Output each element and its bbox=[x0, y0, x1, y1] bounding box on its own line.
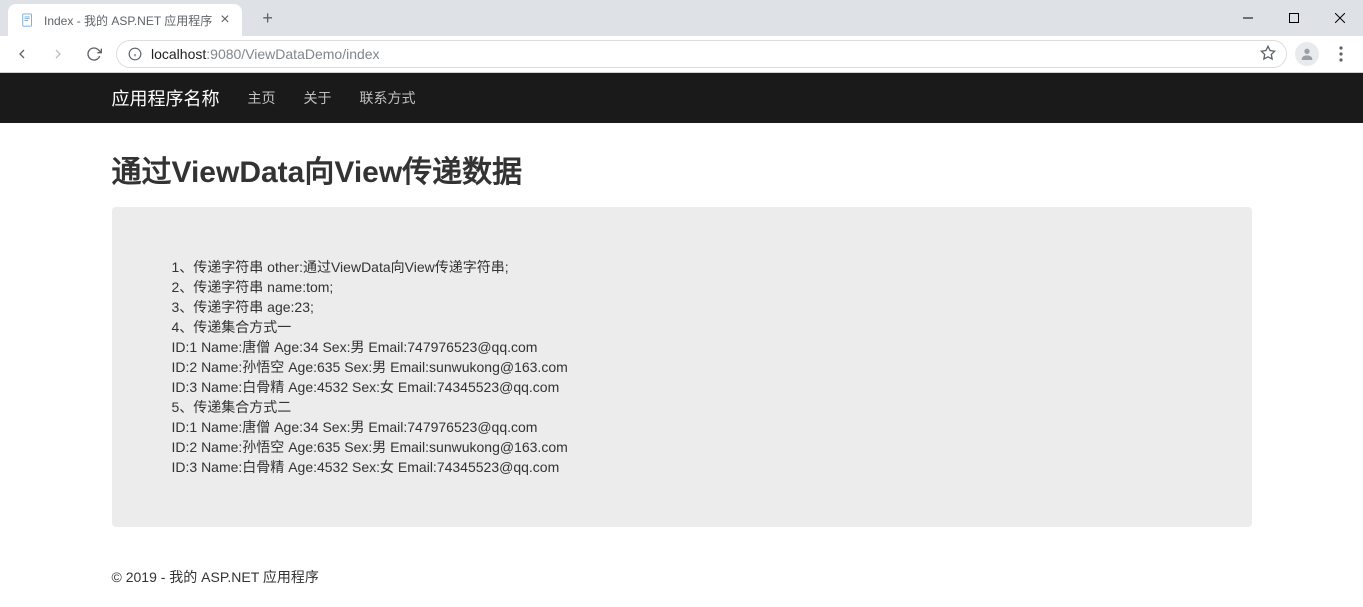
content-line: 3、传递字符串 age:23; bbox=[172, 297, 1192, 317]
address-bar: localhost:9080/ViewDataDemo/index bbox=[0, 36, 1363, 72]
forward-button[interactable] bbox=[44, 40, 72, 68]
bookmark-star-icon[interactable] bbox=[1260, 45, 1276, 64]
content-line: ID:1 Name:唐僧 Age:34 Sex:男 Email:74797652… bbox=[172, 417, 1192, 437]
footer-text: © 2019 - 我的 ASP.NET 应用程序 bbox=[112, 567, 1252, 607]
content-line: 2、传递字符串 name:tom; bbox=[172, 277, 1192, 297]
content-line: 1、传递字符串 other:通过ViewData向View传递字符串; bbox=[172, 257, 1192, 277]
tab-title: Index - 我的 ASP.NET 应用程序 bbox=[44, 12, 212, 29]
content-line: ID:2 Name:孙悟空 Age:635 Sex:男 Email:sunwuk… bbox=[172, 357, 1192, 377]
maximize-button[interactable] bbox=[1271, 2, 1317, 34]
page-favicon-icon bbox=[20, 12, 36, 28]
new-tab-button[interactable]: + bbox=[254, 4, 282, 32]
page-title: 通过ViewData向View传递数据 bbox=[112, 147, 1252, 191]
site-info-icon[interactable] bbox=[127, 46, 143, 62]
url-host: localhost bbox=[151, 46, 206, 62]
content-line: ID:1 Name:唐僧 Age:34 Sex:男 Email:74797652… bbox=[172, 337, 1192, 357]
content-line: ID:2 Name:孙悟空 Age:635 Sex:男 Email:sunwuk… bbox=[172, 437, 1192, 457]
content-line: 5、传递集合方式二 bbox=[172, 397, 1192, 417]
url-path: :9080/ViewDataDemo/index bbox=[206, 46, 379, 62]
content-panel: 1、传递字符串 other:通过ViewData向View传递字符串; 2、传递… bbox=[112, 207, 1252, 527]
nav-link-about[interactable]: 关于 bbox=[304, 88, 332, 108]
main-container: 通过ViewData向View传递数据 1、传递字符串 other:通过View… bbox=[112, 123, 1252, 607]
profile-avatar[interactable] bbox=[1295, 42, 1319, 66]
app-navbar: 应用程序名称 主页 关于 联系方式 bbox=[0, 73, 1363, 123]
content-line: ID:3 Name:白骨精 Age:4532 Sex:女 Email:74345… bbox=[172, 457, 1192, 477]
minimize-button[interactable] bbox=[1225, 2, 1271, 34]
tab-close-icon[interactable]: × bbox=[220, 12, 229, 28]
nav-link-contact[interactable]: 联系方式 bbox=[360, 88, 416, 108]
browser-tab[interactable]: Index - 我的 ASP.NET 应用程序 × bbox=[8, 4, 242, 36]
brand[interactable]: 应用程序名称 bbox=[112, 85, 220, 111]
window-controls bbox=[1225, 2, 1363, 34]
tab-bar: Index - 我的 ASP.NET 应用程序 × + bbox=[0, 0, 1363, 36]
reload-button[interactable] bbox=[80, 40, 108, 68]
back-button[interactable] bbox=[8, 40, 36, 68]
omnibox[interactable]: localhost:9080/ViewDataDemo/index bbox=[116, 40, 1287, 68]
content-line: ID:3 Name:白骨精 Age:4532 Sex:女 Email:74345… bbox=[172, 377, 1192, 397]
close-window-button[interactable] bbox=[1317, 2, 1363, 34]
nav-link-home[interactable]: 主页 bbox=[248, 88, 276, 108]
url-text: localhost:9080/ViewDataDemo/index bbox=[151, 46, 380, 62]
browser-chrome: Index - 我的 ASP.NET 应用程序 × + localhost:90… bbox=[0, 0, 1363, 73]
content-line: 4、传递集合方式一 bbox=[172, 317, 1192, 337]
browser-menu-icon[interactable] bbox=[1327, 40, 1355, 68]
